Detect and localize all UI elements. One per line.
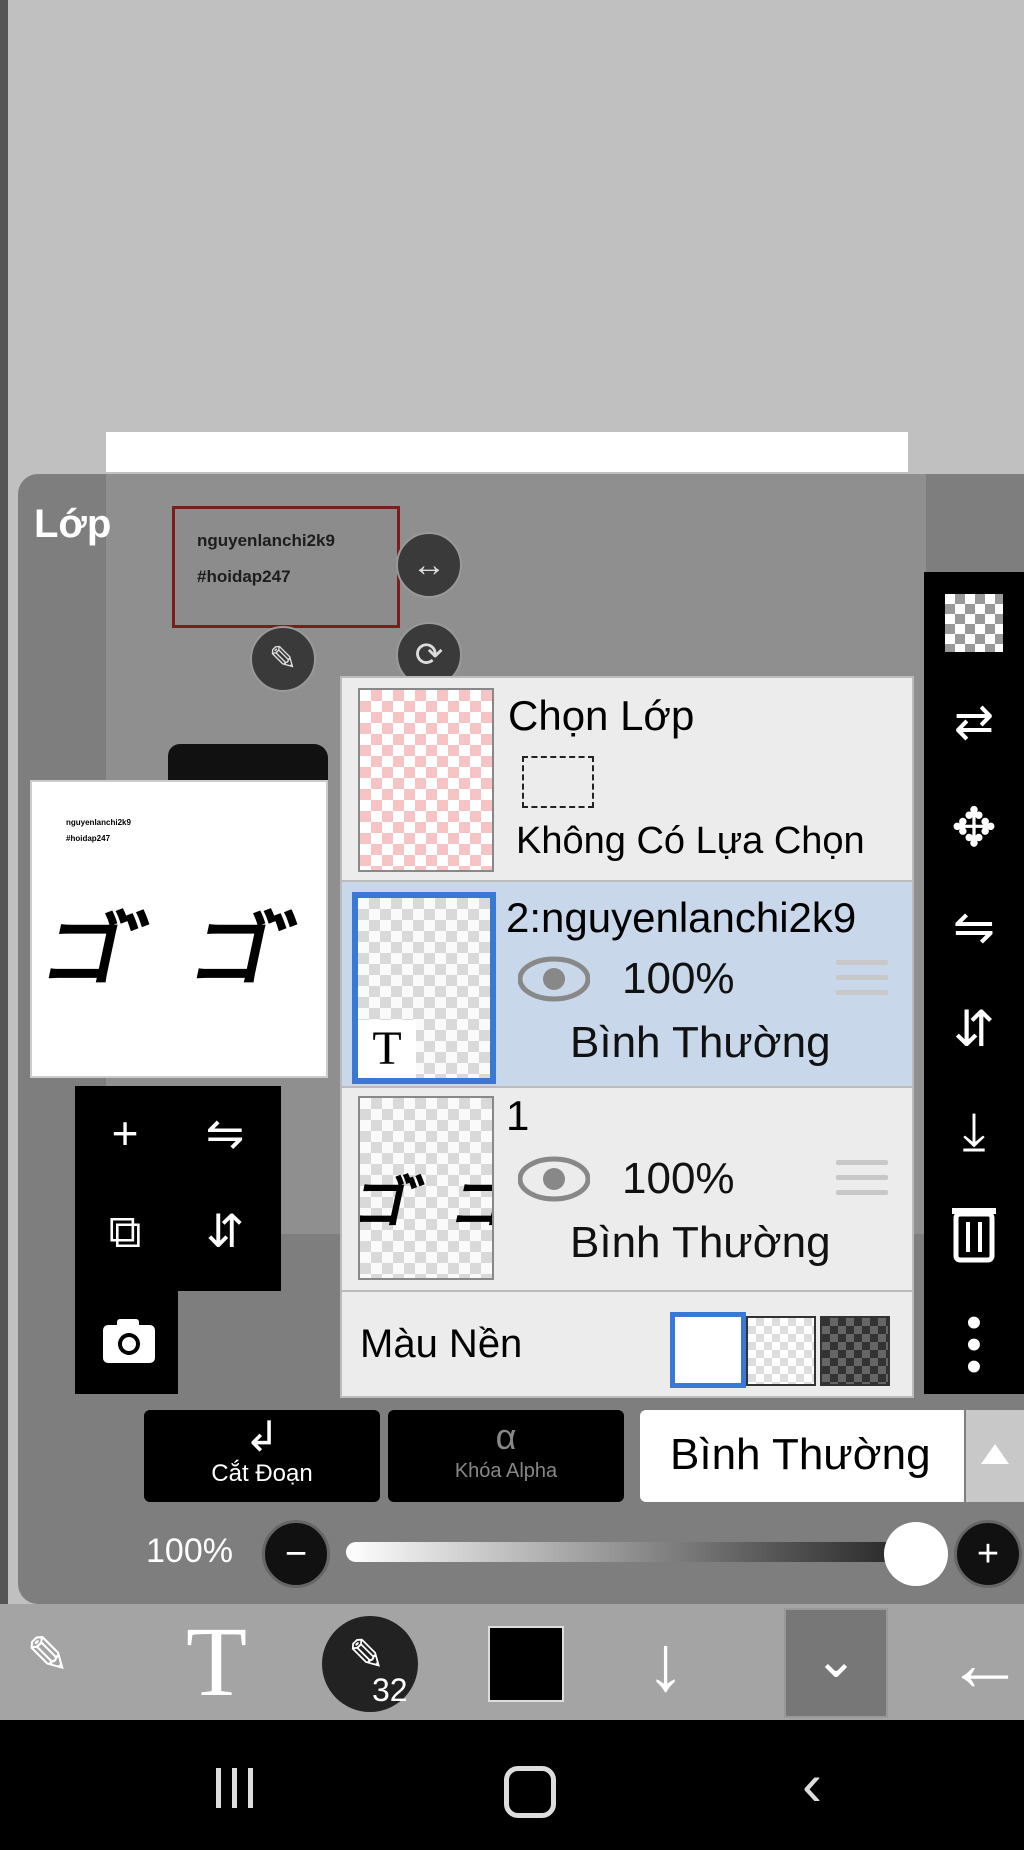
opacity-decrease-button[interactable]: −: [262, 1520, 330, 1588]
selection-title: Chọn Lớp: [508, 692, 695, 739]
alpha-lock-label: Khóa Alpha: [454, 1460, 558, 1482]
more-options-icon[interactable]: • • •: [924, 1301, 1024, 1389]
clip-label: Cắt Đoạn: [211, 1460, 313, 1487]
duplicate-layer-icon[interactable]: ⧉: [85, 1204, 165, 1260]
layer-name: 2:nguyenlanchi2k9: [506, 894, 857, 941]
drag-handle-icon[interactable]: [836, 960, 888, 1002]
nav-back-icon[interactable]: ‹: [802, 1750, 822, 1819]
layer-opacity: 100%: [622, 954, 735, 1003]
eye-icon[interactable]: [518, 1156, 590, 1202]
flip-horizontal-icon[interactable]: ⇋: [185, 1106, 265, 1160]
flip-vertical-icon[interactable]: ⇵: [924, 1000, 1024, 1058]
transparency-icon[interactable]: [924, 594, 1024, 652]
brush-size: 32: [372, 1672, 408, 1708]
lock-icon: α: [495, 1416, 517, 1457]
layer-actions-bar: ⇄ ✥ ⇋ ⇵ ⤓ • • •: [924, 572, 1024, 1394]
text-layer-icon: T: [358, 1020, 416, 1078]
selection-row[interactable]: Chọn Lớp Không Có Lựa Chọn: [342, 678, 912, 878]
bg-transparent-swatch[interactable]: [746, 1316, 816, 1386]
background-label: Màu Nền: [360, 1322, 523, 1366]
text-object-line1: nguyenlanchi2k9: [197, 531, 335, 550]
home-icon[interactable]: [504, 1766, 556, 1818]
add-layer-icon[interactable]: +: [85, 1106, 165, 1160]
back-arrow-icon[interactable]: ←: [946, 1618, 1024, 1709]
text-object-line2: #hoidap247: [197, 567, 291, 586]
canvas-shape: [168, 744, 328, 784]
move-icon[interactable]: ✥: [924, 796, 1024, 859]
marquee-icon: [522, 756, 594, 808]
layer-row-2[interactable]: T 2:nguyenlanchi2k9 100% Bình Thường: [342, 880, 912, 1086]
blend-mode-label: Bình Thường: [670, 1430, 931, 1479]
flip-horizontal-icon[interactable]: ⇋: [924, 898, 1024, 956]
text-object[interactable]: nguyenlanchi2k9 #hoidap247: [172, 506, 400, 628]
text-tool-icon[interactable]: T: [186, 1604, 247, 1719]
color-swatch[interactable]: [488, 1626, 564, 1702]
layer-opacity: 100%: [622, 1154, 735, 1203]
layer-name: 1: [506, 1092, 530, 1139]
edit-text-icon[interactable]: ✎: [250, 626, 316, 692]
background-row: Màu Nền: [342, 1290, 912, 1398]
opacity-slider[interactable]: [346, 1542, 920, 1562]
flip-vertical-icon[interactable]: ⇵: [185, 1204, 265, 1258]
resize-handle-icon[interactable]: ↔: [396, 532, 462, 598]
layer-row-1[interactable]: ゴ゛ゴ゛ゴ゛ 1 100% Bình Thường: [342, 1086, 912, 1292]
camera-tool: [75, 1291, 178, 1394]
layer-panel-toggle[interactable]: ⌄: [784, 1608, 888, 1718]
layer-tools-grid: + ⇋ ⧉ ⇵: [75, 1086, 281, 1291]
layer-list: Chọn Lớp Không Có Lựa Chọn T 2:nguyenlan…: [340, 676, 914, 1398]
opacity-increase-button[interactable]: +: [954, 1520, 1022, 1588]
recent-apps-icon[interactable]: [212, 1768, 258, 1808]
layer-blend: Bình Thường: [570, 1218, 831, 1267]
selection-subtitle: Không Có Lựa Chọn: [516, 820, 865, 862]
swap-layer-icon[interactable]: ⇄: [924, 694, 1024, 750]
blend-mode-select[interactable]: Bình Thường: [640, 1410, 964, 1502]
clip-button[interactable]: ↲ Cắt Đoạn: [144, 1410, 380, 1502]
layer-thumb-art: ゴ゛ゴ゛ゴ゛: [358, 1171, 494, 1234]
canvas-edge: [0, 0, 8, 1610]
clip-icon: ↲: [244, 1413, 280, 1460]
arrow-down-icon[interactable]: ↓: [646, 1618, 685, 1709]
canvas-preview: nguyenlanchi2k9 #hoidap247 ゴ゛ゴ゛ゴ゛: [30, 780, 498, 1078]
layer-thumb: ゴ゛ゴ゛ゴ゛: [358, 1096, 494, 1280]
eye-icon[interactable]: [518, 956, 590, 1002]
alpha-lock-button[interactable]: α Khóa Alpha: [388, 1410, 624, 1502]
main-toolbar: ✎ T ✎ 32 ↓ ⌄ ←: [0, 1604, 1024, 1720]
brush-eraser-swap-icon[interactable]: ✎: [26, 1626, 70, 1686]
canvas-top: [106, 432, 908, 472]
layer-blend: Bình Thường: [570, 1018, 831, 1067]
bg-white-swatch[interactable]: [670, 1312, 746, 1388]
trash-icon[interactable]: [924, 1204, 1024, 1269]
brush-size-button[interactable]: ✎ 32: [322, 1616, 418, 1712]
panel-title: Lớp: [34, 502, 112, 546]
camera-icon[interactable]: [75, 1291, 178, 1394]
system-nav-bar: ‹: [0, 1720, 1024, 1850]
blend-mode-arrow-icon[interactable]: [966, 1410, 1024, 1502]
chevron-double-down-icon: ⌄: [814, 1631, 858, 1689]
selection-thumb: [358, 688, 494, 872]
merge-down-icon[interactable]: ⤓: [924, 1102, 1024, 1163]
layer-thumb: T: [352, 892, 496, 1084]
bg-dark-swatch[interactable]: [820, 1316, 890, 1386]
preview-line1: nguyenlanchi2k9: [66, 818, 131, 827]
opacity-slider-knob[interactable]: [884, 1522, 948, 1586]
drag-handle-icon[interactable]: [836, 1160, 888, 1202]
preview-line2: #hoidap247: [66, 834, 111, 843]
opacity-label: 100%: [146, 1532, 233, 1570]
